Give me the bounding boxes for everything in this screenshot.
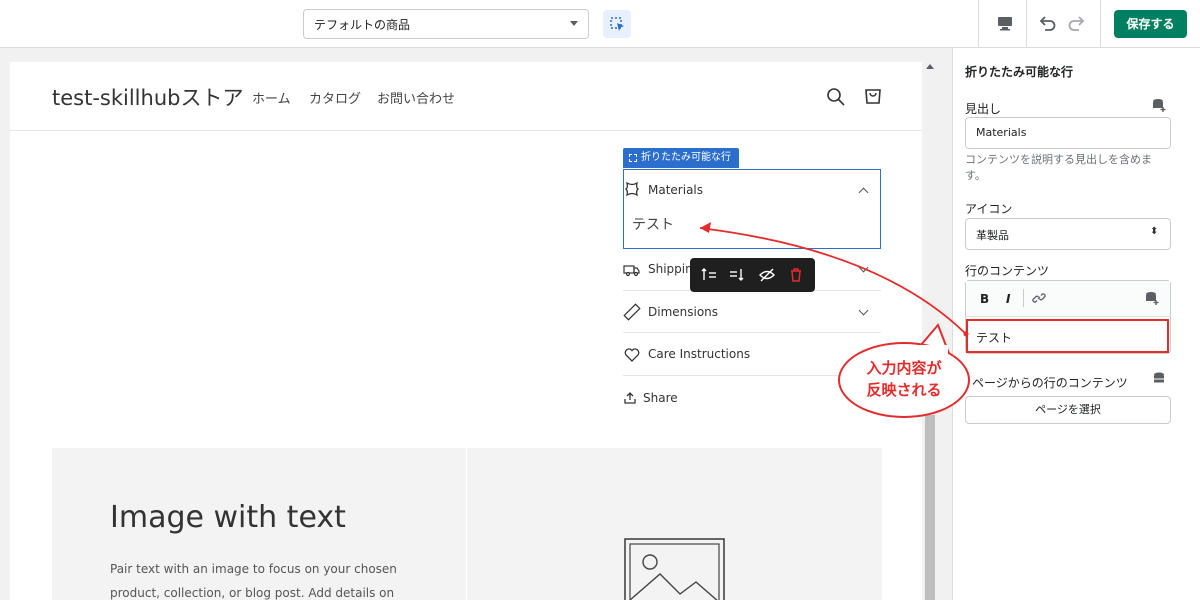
row-label-care[interactable]: Care Instructions (648, 347, 750, 361)
share-icon (624, 392, 636, 404)
annotation-text: 反映される (866, 381, 942, 399)
chevron-down-icon[interactable] (858, 262, 869, 273)
nav-link-home[interactable]: ホーム (252, 88, 291, 107)
template-select[interactable]: テフォルトの商品 (303, 9, 589, 39)
image-with-text-body: product, collection, or blog post. Add d… (110, 586, 395, 600)
chevron-down-icon (570, 21, 578, 26)
select-page-button[interactable]: ページを選択 (965, 396, 1171, 424)
redo-button[interactable] (1066, 12, 1088, 34)
redo-icon (1068, 16, 1085, 31)
desktop-icon (998, 17, 1012, 31)
row-label-dimensions[interactable]: Dimensions (648, 305, 718, 319)
row-label-shipping[interactable]: Shippin (648, 262, 693, 276)
content-label: 行のコンテンツ (965, 264, 1050, 278)
icon-label: アイコン (965, 202, 1013, 216)
link-icon[interactable] (1032, 291, 1046, 305)
search-icon[interactable] (825, 86, 847, 108)
undo-icon (1039, 16, 1056, 31)
row-divider (623, 332, 881, 333)
image-with-text-body: Pair text with an image to focus on your… (110, 562, 397, 576)
store-preview: test-skillhubストア ホーム カタログ お問い合わせ 折りたたみ可能… (10, 62, 922, 600)
italic-button[interactable]: I (1006, 292, 1010, 306)
truck-icon (623, 265, 640, 277)
database-icon (1154, 372, 1164, 383)
undo-button[interactable] (1036, 12, 1058, 34)
page-content-label: ページからの行のコンテンツ (972, 376, 1128, 390)
move-up-icon[interactable] (700, 266, 718, 284)
section-icon (629, 154, 637, 162)
panel-title: 折りたたみ可能な行 (965, 65, 1074, 79)
heading-help-text: す。 (965, 169, 986, 182)
scrollbar-thumb[interactable] (925, 415, 935, 600)
bold-button[interactable]: B (980, 292, 989, 306)
chevron-down-icon[interactable] (858, 305, 869, 316)
inspector-toggle-button[interactable] (603, 10, 631, 38)
desktop-view-button[interactable] (994, 12, 1016, 34)
section-divider (466, 448, 467, 600)
icon-select[interactable]: 革製品 (965, 218, 1171, 250)
dynamic-source-icon[interactable] (1151, 97, 1167, 113)
block-toolbar (690, 258, 815, 292)
dynamic-source-icon[interactable] (1144, 290, 1160, 306)
row-label-materials[interactable]: Materials (648, 183, 703, 197)
ruler-icon (623, 303, 641, 321)
hide-eye-icon[interactable] (758, 266, 776, 284)
heart-icon (624, 348, 640, 362)
header-divider (10, 130, 922, 131)
divider (1023, 289, 1024, 307)
divider (978, 0, 979, 48)
store-name[interactable]: test-skillhubストア (52, 82, 243, 112)
template-select-value: テフォルトの商品 (314, 18, 411, 32)
section-tag: 折りたたみ可能な行 (623, 148, 739, 168)
heading-input[interactable]: Materials (965, 117, 1171, 149)
select-arrows-icon: ⬍ (1150, 226, 1159, 237)
editor-topbar: テフォルトの商品 保存する (0, 0, 1200, 48)
row-content-text: テスト (632, 217, 674, 233)
share-link[interactable]: Share (643, 391, 678, 405)
divider (1026, 0, 1027, 48)
image-with-text-title: Image with text (110, 500, 346, 535)
section-tag-label: 折りたたみ可能な行 (641, 152, 731, 163)
save-button[interactable]: 保存する (1114, 10, 1187, 38)
cart-icon[interactable] (862, 84, 884, 106)
select-cursor-icon (610, 17, 624, 31)
nav-link-catalog[interactable]: カタログ (309, 88, 361, 107)
nav-link-contact[interactable]: お問い合わせ (377, 88, 455, 107)
callout-tail-mask (918, 345, 948, 355)
selected-block-outline[interactable] (623, 169, 881, 249)
annotation-callout: 入力内容が 反映される (838, 342, 970, 418)
move-down-icon[interactable] (728, 266, 746, 284)
scroll-up-icon[interactable] (926, 64, 934, 69)
heading-label: 見出し (965, 102, 1002, 116)
leather-icon (624, 181, 640, 197)
divider (1100, 0, 1101, 48)
delete-icon[interactable] (787, 266, 805, 284)
placeholder-image-icon (624, 538, 725, 600)
heading-help-text: コンテンツを説明する見出しを含めま (965, 153, 1152, 166)
rich-text-content[interactable]: テスト (966, 319, 1169, 353)
annotation-text: 入力内容が (866, 359, 942, 377)
rich-text-toolbar (966, 281, 1170, 317)
